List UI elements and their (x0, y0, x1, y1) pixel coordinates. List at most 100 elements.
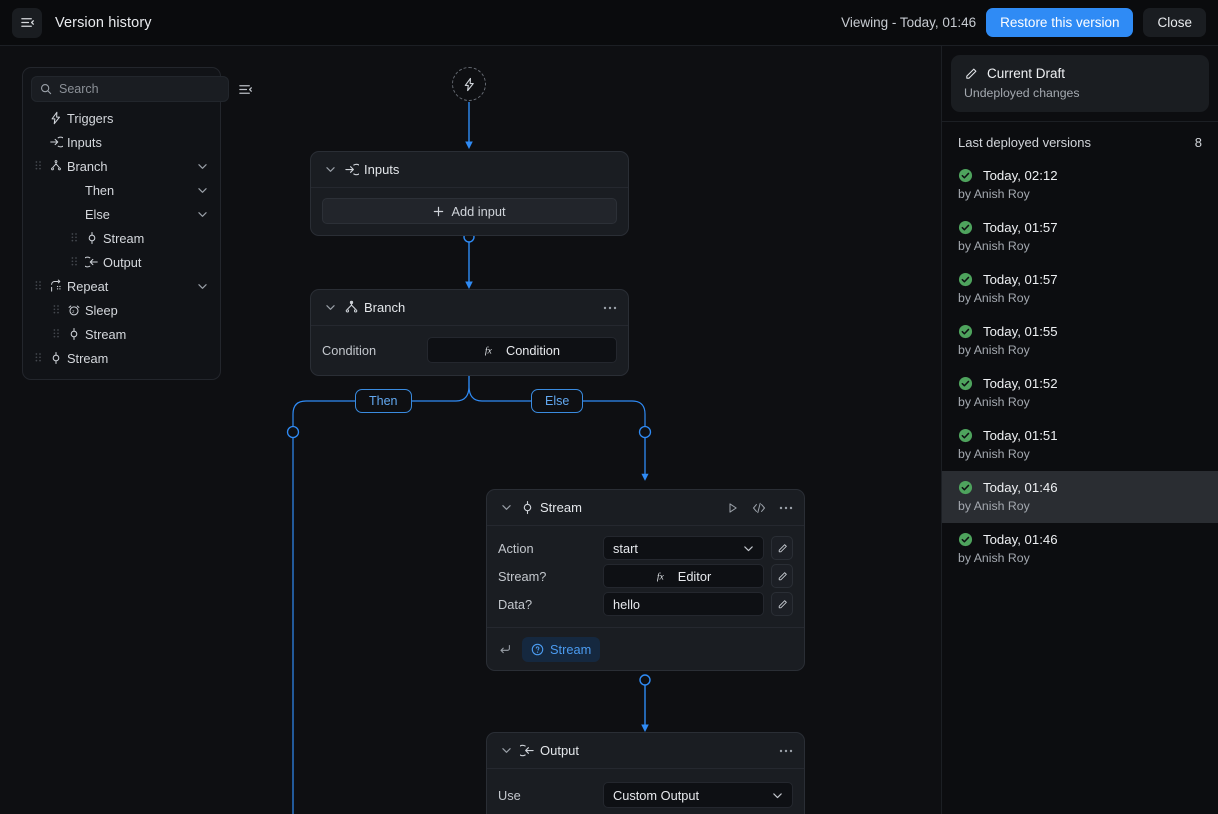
branch-icon (338, 300, 364, 315)
tree-item-inputs-1[interactable]: Inputs (31, 130, 212, 154)
branch-icon (45, 159, 67, 173)
version-item[interactable]: Today, 01:55 by Anish Roy (942, 315, 1218, 367)
node-output-body: Use Custom Output (487, 769, 804, 814)
node-stream-more-button[interactable] (779, 506, 793, 510)
node-inputs[interactable]: Inputs Add input (310, 151, 629, 236)
stream-field-edit-button[interactable] (771, 592, 793, 616)
check-circle-icon (958, 376, 973, 391)
tree-item-expand-caret[interactable] (198, 210, 212, 219)
version-item-row: Today, 01:52 (958, 376, 1202, 391)
stream-field-action-select[interactable]: start (603, 536, 764, 560)
tree-item-drag-handle[interactable] (49, 304, 63, 316)
tree-item-expand-caret[interactable] (198, 162, 212, 171)
restore-version-button[interactable]: Restore this version (986, 7, 1134, 38)
tree-item-stream-10[interactable]: Stream (31, 346, 212, 370)
node-stream[interactable]: Stream Action start Stream? fx Editor Data? he… (486, 489, 805, 671)
node-output[interactable]: Output Use Custom Output (486, 732, 805, 814)
tree-item-drag-handle[interactable] (49, 328, 63, 340)
top-bar: Version history Viewing - Today, 01:46 R… (0, 0, 1218, 46)
viewing-status-text: Viewing - Today, 01:46 (841, 15, 977, 30)
stream-field-edit-button[interactable] (771, 564, 793, 588)
version-item-row: Today, 02:12 (958, 168, 1202, 183)
stream-field-data-input[interactable]: hello (603, 592, 764, 616)
node-inputs-body: Add input (311, 188, 628, 235)
version-item[interactable]: Today, 01:57 by Anish Roy (942, 263, 1218, 315)
play-icon (729, 502, 737, 513)
version-item[interactable]: Today, 01:57 by Anish Roy (942, 211, 1218, 263)
output-use-select[interactable]: Custom Output (603, 782, 793, 808)
more-horizontal-icon (603, 306, 617, 309)
node-output-collapse-caret[interactable] (498, 746, 514, 755)
tree-item-triggers-0[interactable]: Triggers (31, 106, 212, 130)
sidebar-toggle-button[interactable] (12, 7, 42, 38)
node-stream-body: Action start Stream? fx Editor Data? hello (487, 526, 804, 627)
branch-then-pill[interactable]: Then (355, 389, 412, 413)
tree-panel-collapse-button[interactable] (235, 79, 255, 99)
input-icon (45, 135, 67, 149)
tree-item-drag-handle[interactable] (67, 232, 81, 244)
tree-item-then-3[interactable]: Then (31, 178, 212, 202)
workflow-canvas[interactable]: Triggers Inputs Branch Then Else Stream Output… (0, 46, 941, 814)
version-item[interactable]: Today, 01:52 by Anish Roy (942, 367, 1218, 419)
close-button[interactable]: Close (1143, 7, 1206, 38)
add-input-button[interactable]: Add input (322, 198, 617, 224)
tree-item-expand-caret[interactable] (198, 282, 212, 291)
version-author: by Anish Roy (958, 551, 1030, 565)
node-output-more-button[interactable] (779, 749, 793, 753)
version-timestamp: Today, 01:57 (983, 272, 1058, 287)
bolt-icon (51, 111, 61, 125)
node-stream-code-button[interactable] (752, 502, 766, 514)
version-item-selected[interactable]: Today, 01:46 by Anish Roy (942, 471, 1218, 523)
version-author: by Anish Roy (958, 447, 1030, 461)
tree-item-stream-5[interactable]: Stream (31, 226, 212, 250)
version-timestamp: Today, 01:52 (983, 376, 1058, 391)
trigger-node[interactable] (452, 67, 486, 101)
tree-item-repeat-7[interactable]: Repeat (31, 274, 212, 298)
node-branch[interactable]: Branch Condition fx Condition (310, 289, 629, 376)
tree-item-sleep-8[interactable]: z Sleep (31, 298, 212, 322)
search-icon (40, 83, 52, 95)
current-draft-card[interactable]: Current Draft Undeployed changes (951, 55, 1209, 112)
node-stream-collapse-caret[interactable] (498, 503, 514, 512)
node-inputs-collapse-caret[interactable] (322, 165, 338, 174)
version-item[interactable]: Today, 01:46 by Anish Roy (942, 523, 1218, 575)
stream-field-edit-button[interactable] (771, 536, 793, 560)
tree-item-drag-handle[interactable] (31, 280, 45, 292)
node-branch-collapse-caret[interactable] (322, 303, 338, 312)
tree-item-stream-9[interactable]: Stream (31, 322, 212, 346)
search-box[interactable] (31, 76, 229, 102)
repeat-icon (51, 279, 61, 292)
branch-condition-label: Condition (322, 342, 377, 358)
tree-item-else-4[interactable]: Else (31, 202, 212, 226)
stream-output-chip[interactable]: Stream (522, 636, 601, 662)
tree-item-output-6[interactable]: Output (31, 250, 212, 274)
tree-item-drag-handle[interactable] (31, 352, 45, 364)
output-use-label: Use (498, 787, 521, 803)
version-timestamp: Today, 02:12 (983, 168, 1058, 183)
node-branch-more-button[interactable] (603, 306, 617, 310)
version-item[interactable]: Today, 01:51 by Anish Roy (942, 419, 1218, 471)
tree-item-drag-handle[interactable] (67, 256, 81, 268)
return-arrow-icon (500, 644, 510, 654)
tree-item-branch-2[interactable]: Branch (31, 154, 212, 178)
branch-else-pill[interactable]: Else (531, 389, 584, 413)
tree-item-expand-caret[interactable] (198, 186, 212, 195)
fx-icon: fx (485, 346, 493, 357)
version-item[interactable]: Today, 02:12 by Anish Roy (942, 159, 1218, 211)
stream-field-label: Stream? (498, 568, 547, 584)
version-item-row: Today, 01:57 (958, 220, 1202, 235)
drag-handle-icon (35, 160, 41, 169)
tree-item-drag-handle[interactable] (31, 160, 45, 172)
workflow-tree-panel: Triggers Inputs Branch Then Else Stream Output… (22, 67, 252, 380)
node-output-header: Output (487, 733, 804, 769)
branch-condition-input[interactable]: fx Condition (427, 337, 617, 363)
drag-handle-icon (71, 232, 77, 241)
search-input[interactable] (59, 82, 220, 96)
node-branch-actions (603, 306, 617, 310)
svg-text:z: z (72, 310, 75, 315)
version-author: by Anish Roy (958, 291, 1030, 305)
stream-field-label: Action (498, 540, 534, 556)
node-stream-run-button[interactable] (727, 502, 739, 514)
stream-field-stream-expression[interactable]: fx Editor (603, 564, 764, 588)
input-icon (338, 162, 364, 177)
